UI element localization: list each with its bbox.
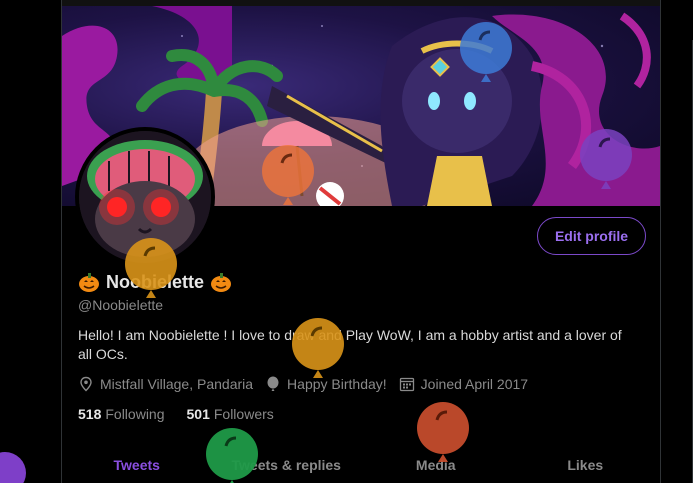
profile-column: Edit profile Noobielette @Noobielette He… bbox=[61, 0, 661, 483]
balloon-icon bbox=[267, 376, 279, 391]
edit-profile-button[interactable]: Edit profile bbox=[537, 217, 646, 255]
location-item: Mistfall Village, Pandaria bbox=[78, 376, 253, 392]
profile-tabs: Tweets Tweets & replies Media Likes bbox=[62, 446, 660, 483]
balloon-decoration bbox=[460, 22, 512, 82]
balloon-decoration bbox=[262, 145, 314, 205]
location-text: Mistfall Village, Pandaria bbox=[100, 376, 254, 392]
balloon-decoration bbox=[292, 318, 344, 378]
followers-label: Followers bbox=[213, 406, 274, 422]
calendar-icon bbox=[399, 377, 414, 392]
followers-count: 501 bbox=[186, 406, 210, 422]
balloon-decoration bbox=[580, 129, 632, 189]
right-gutter bbox=[662, 0, 693, 483]
tab-tweets[interactable]: Tweets bbox=[62, 446, 212, 483]
balloon-decoration bbox=[417, 402, 469, 462]
followers-link[interactable]: 501 Followers bbox=[187, 406, 274, 422]
profile-bio: Hello! I am Noobielette ! I love to draw… bbox=[78, 327, 622, 362]
following-count: 518 bbox=[78, 406, 102, 422]
pumpkin-icon bbox=[211, 273, 232, 292]
joined-text: Joined April 2017 bbox=[420, 376, 529, 392]
balloon-decoration bbox=[206, 428, 258, 483]
following-label: Following bbox=[105, 406, 165, 422]
pumpkin-icon bbox=[79, 273, 99, 292]
joined-item: Joined April 2017 bbox=[399, 376, 528, 392]
following-link[interactable]: 518 Following bbox=[78, 406, 165, 422]
follow-counts: 518 Following 501 Followers bbox=[78, 406, 296, 422]
location-icon bbox=[80, 376, 92, 392]
balloon-decoration bbox=[125, 238, 177, 298]
balloon-decoration bbox=[0, 452, 26, 483]
tab-likes[interactable]: Likes bbox=[511, 446, 661, 483]
